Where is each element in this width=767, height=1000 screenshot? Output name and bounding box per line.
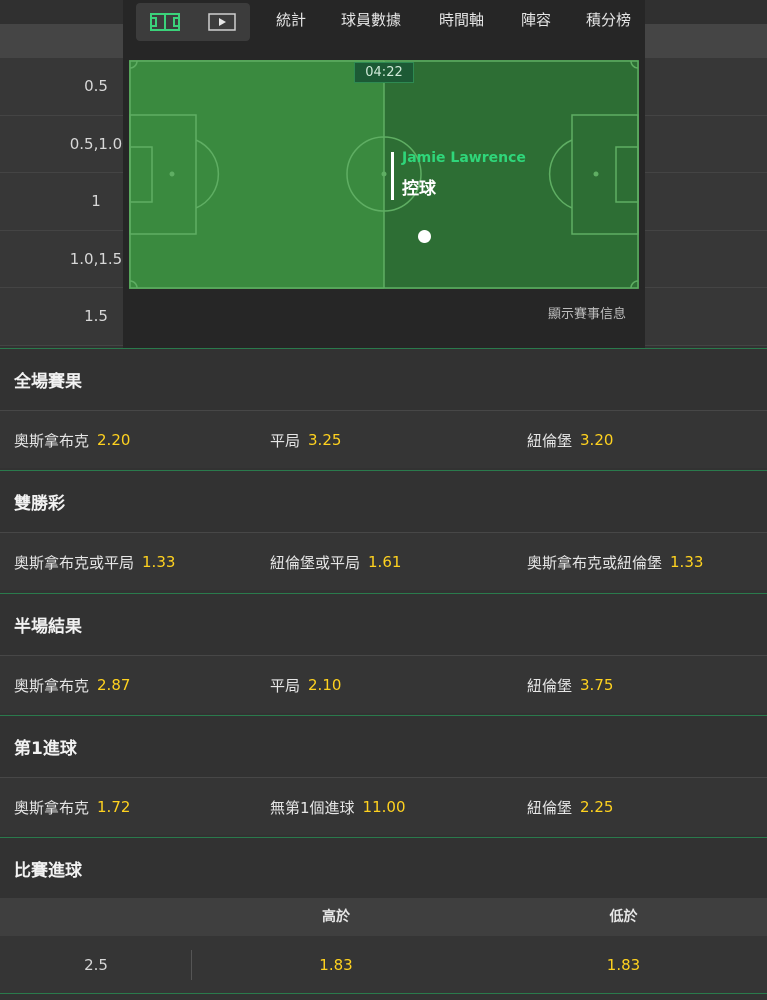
tab-lineups[interactable]: 陣容 xyxy=(521,0,551,40)
selection-name: 平局 xyxy=(270,676,301,695)
selection-button[interactable]: 奧斯拿布克 2.87 xyxy=(14,656,130,714)
selection-odds: 1.61 xyxy=(368,553,402,571)
selection-odds: 1.72 xyxy=(97,798,131,816)
selection-button[interactable]: 紐倫堡 2.25 xyxy=(527,778,613,836)
selection-button[interactable]: 紐倫堡 3.20 xyxy=(527,411,613,469)
match-tracker: 統計 球員數據 時間軸 陣容 積分榜 04:22 Jamie Lawrence xyxy=(123,0,645,348)
video-view-button[interactable] xyxy=(193,3,250,41)
selection-odds: 2.20 xyxy=(97,431,131,449)
ball-icon xyxy=(418,230,431,243)
show-match-info-link[interactable]: 顯示賽事信息 xyxy=(548,303,626,322)
selection-name: 紐倫堡 xyxy=(527,431,573,450)
selection-odds: 3.20 xyxy=(580,431,614,449)
selection-name: 奧斯拿布克 xyxy=(14,676,90,695)
selection-button[interactable]: 奧斯拿布克或平局 1.33 xyxy=(14,533,175,591)
selection-button[interactable]: 平局 2.10 xyxy=(270,656,341,714)
market-header-full-time[interactable]: 全場賽果 xyxy=(0,348,767,410)
under-column-header: 低於 xyxy=(609,909,638,925)
market-header-total-goals[interactable]: 比賽進球 xyxy=(0,837,767,898)
selection-name: 紐倫堡 xyxy=(527,676,573,695)
selection-button[interactable]: 奧斯拿布克 1.72 xyxy=(14,778,130,836)
selection-name: 紐倫堡或平局 xyxy=(270,553,361,572)
pitch-icon xyxy=(149,13,180,31)
selection-button[interactable]: 奧斯拿布克或紐倫堡 1.33 xyxy=(527,533,703,591)
selection-odds: 3.25 xyxy=(308,431,342,449)
totals-line: 2.5 xyxy=(84,956,108,974)
event-marker xyxy=(391,152,394,200)
tracker-tabbar: 統計 球員數據 時間軸 陣容 積分榜 xyxy=(123,0,645,44)
event-player-name: Jamie Lawrence xyxy=(402,150,526,166)
selection-odds: 1.33 xyxy=(142,553,176,571)
selection-odds: 2.10 xyxy=(308,676,342,694)
pitch-view-button[interactable] xyxy=(136,3,193,41)
under-odds-button[interactable]: 1.83 xyxy=(480,936,767,994)
selection-button[interactable]: 平局 3.25 xyxy=(270,411,341,469)
event-action: 控球 xyxy=(402,179,436,199)
tab-stats[interactable]: 統計 xyxy=(276,0,306,40)
market-title: 第1進球 xyxy=(14,739,77,759)
over-column-header: 高於 xyxy=(322,909,350,925)
market-header-first-goal[interactable]: 第1進球 xyxy=(0,715,767,777)
selection-name: 奧斯拿布克或紐倫堡 xyxy=(527,553,663,572)
video-icon xyxy=(207,13,236,31)
market-row-full-time: 奧斯拿布克 2.20 平局 3.25 紐倫堡 3.20 xyxy=(0,410,767,468)
selection-name: 奧斯拿布克或平局 xyxy=(14,553,135,572)
tab-standings[interactable]: 積分榜 xyxy=(586,0,631,40)
selection-odds: 2.87 xyxy=(97,676,131,694)
market-row-half-time: 奧斯拿布克 2.87 平局 2.10 紐倫堡 3.75 xyxy=(0,655,767,713)
totals-header: 高於 低於 xyxy=(0,898,767,936)
selection-odds: 3.75 xyxy=(580,676,614,694)
selection-name: 無第1個進球 xyxy=(270,798,355,817)
market-title: 半場結果 xyxy=(14,617,82,637)
selection-name: 奧斯拿布克 xyxy=(14,798,90,817)
market-title: 全場賽果 xyxy=(14,372,82,392)
selection-name: 奧斯拿布克 xyxy=(14,431,90,450)
view-mode-toggle xyxy=(136,3,250,41)
market-header-double-chance[interactable]: 雙勝彩 xyxy=(0,470,767,532)
selection-name: 紐倫堡 xyxy=(527,798,573,817)
selection-odds: 11.00 xyxy=(362,798,406,816)
football-pitch xyxy=(129,60,639,289)
tab-timeline[interactable]: 時間軸 xyxy=(439,0,484,40)
market-title: 雙勝彩 xyxy=(14,494,65,514)
selection-button[interactable]: 紐倫堡或平局 1.61 xyxy=(270,533,401,591)
match-clock: 04:22 xyxy=(354,62,414,83)
market-title: 比賽進球 xyxy=(14,861,82,881)
market-row-double-chance: 奧斯拿布克或平局 1.33 紐倫堡或平局 1.61 奧斯拿布克或紐倫堡 1.33 xyxy=(0,532,767,590)
market-header-half-time[interactable]: 半場結果 xyxy=(0,593,767,655)
selection-odds: 1.33 xyxy=(670,553,704,571)
selection-name: 平局 xyxy=(270,431,301,450)
selection-button[interactable]: 無第1個進球 11.00 xyxy=(270,778,406,836)
market-row-first-goal: 奧斯拿布克 1.72 無第1個進球 11.00 紐倫堡 2.25 xyxy=(0,777,767,835)
selection-odds: 2.25 xyxy=(580,798,614,816)
totals-row: 2.5 1.83 1.83 xyxy=(0,936,767,994)
over-odds-button[interactable]: 1.83 xyxy=(192,936,480,994)
tab-player-stats[interactable]: 球員數據 xyxy=(341,0,401,40)
selection-button[interactable]: 紐倫堡 3.75 xyxy=(527,656,613,714)
selection-button[interactable]: 奧斯拿布克 2.20 xyxy=(14,411,130,469)
